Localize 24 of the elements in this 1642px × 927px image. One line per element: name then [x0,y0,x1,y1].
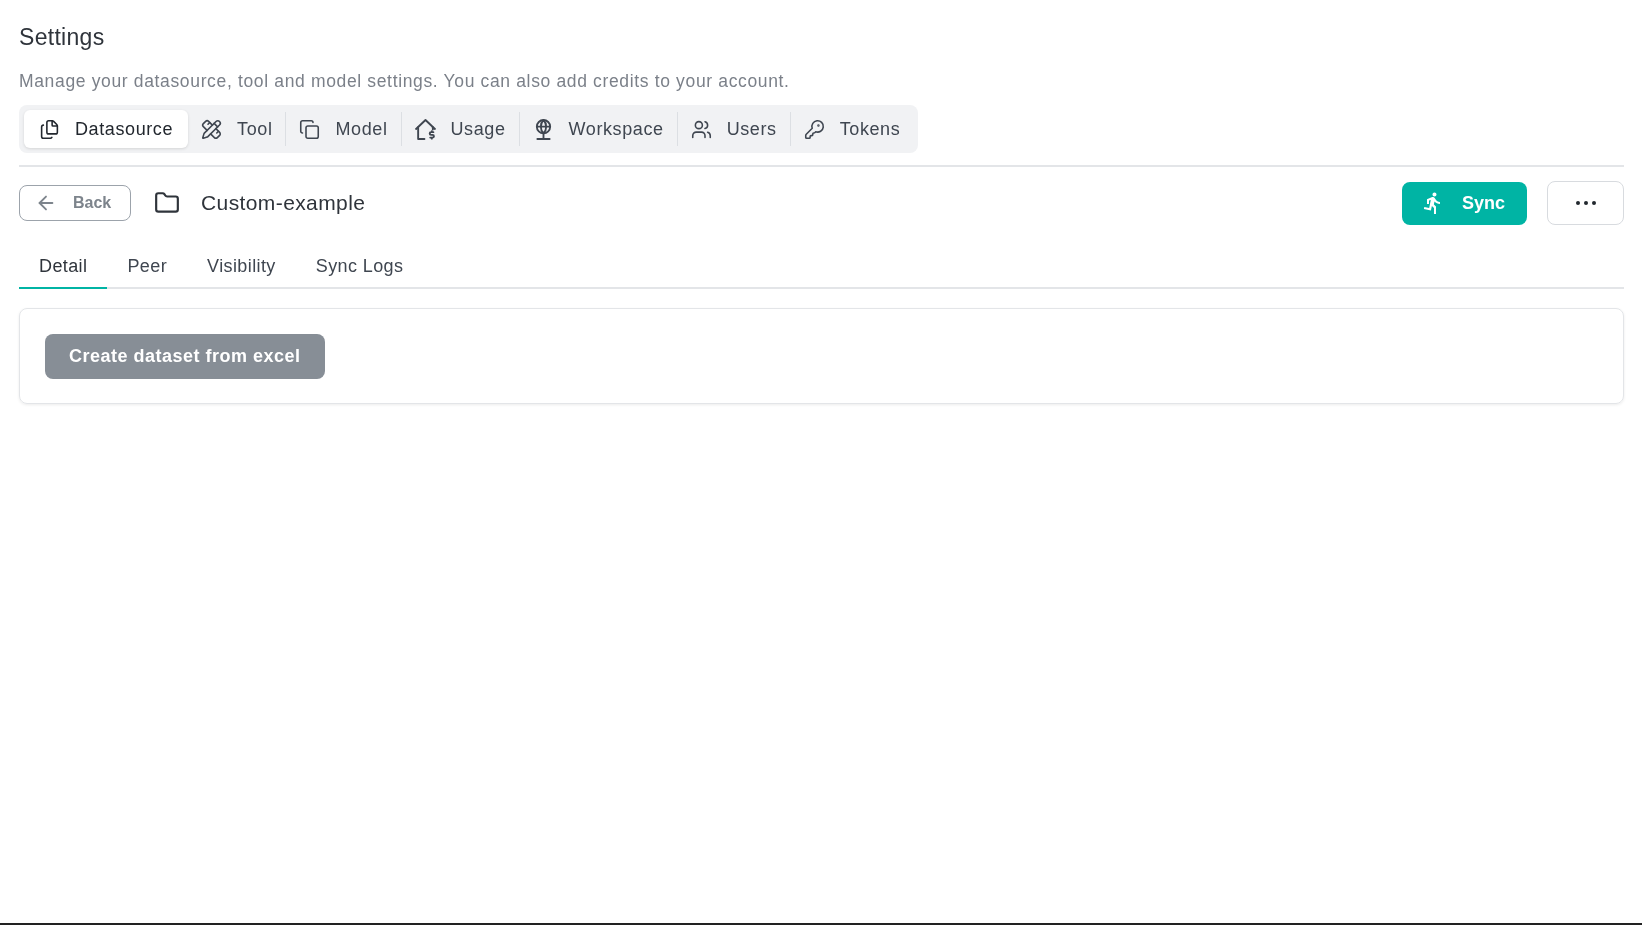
settings-tab[interactable]: Tool [188,110,286,148]
detail-tab[interactable]: Visibility [187,245,296,289]
datasource-title: Custom-example [201,190,366,217]
ellipsis-icon [1575,201,1596,205]
settings-tab[interactable]: Usage [401,110,519,148]
settings-tab[interactable]: Datasource [24,110,189,148]
pencil-ruler-icon [201,118,223,140]
settings-tab[interactable]: Users [677,110,790,148]
settings-tab[interactable]: Workspace [519,110,677,148]
back-button[interactable]: Back [19,185,131,221]
house-dollar-icon [414,118,436,140]
page-description: Manage your datasource, tool and model settings. You can also add credits to your account. [19,70,790,92]
users-icon [690,118,712,140]
key-icon [803,118,825,140]
folder-icon [154,190,180,216]
more-options-button[interactable] [1547,181,1624,225]
detail-tab[interactable]: Detail [19,245,108,289]
copy-icon [299,118,321,140]
settings-tab[interactable]: Model [286,110,401,148]
page-title: Settings [19,23,105,51]
files-icon [39,118,60,140]
detail-tab[interactable]: Sync Logs [295,245,424,289]
settings-tab[interactable]: Tokens [790,110,914,148]
detail-tab[interactable]: Peer [107,245,188,289]
